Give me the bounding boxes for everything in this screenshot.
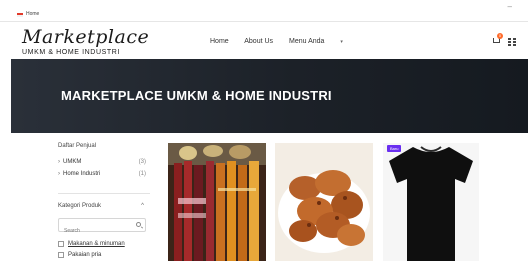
seller-label: Home Industri — [63, 171, 101, 177]
category-heading: Kategori Produk — [58, 203, 102, 209]
cart-count-badge: 0 — [497, 33, 503, 39]
nav-about-us[interactable]: About Us — [244, 38, 273, 45]
language-label[interactable]: Home — [26, 11, 39, 17]
banner-title: MARKETPLACE UMKM & HOME INDUSTRI — [61, 88, 332, 103]
nav-menu-anda-label: Menu Anda — [289, 38, 325, 45]
seller-label: UMKM — [63, 159, 82, 165]
logo-subtitle[interactable]: UMKM & HOME INDUSTRI — [22, 49, 120, 56]
divider — [58, 193, 150, 194]
category-label: Pakaian pria — [68, 251, 102, 258]
chevron-right-icon: › — [58, 159, 60, 165]
seller-item-home-industri[interactable]: › Home Industri (1) — [58, 171, 150, 183]
checkbox[interactable] — [58, 251, 64, 258]
checkbox[interactable] — [58, 240, 64, 247]
category-label: Makanan & minuman — [68, 240, 125, 247]
top-bar: Home – — [0, 0, 528, 22]
flag-icon[interactable] — [17, 13, 23, 17]
new-badge: Baru — [387, 145, 402, 152]
black-tshirt-image — [383, 143, 479, 261]
product-card-fried-snacks[interactable] — [275, 143, 373, 261]
seller-count: (1) — [138, 171, 146, 177]
bottled-drinks-image — [168, 143, 266, 261]
chevron-right-icon: › — [58, 171, 60, 177]
site-header: Marketplace UMKM & HOME INDUSTRI Home Ab… — [0, 22, 528, 60]
chevron-down-icon: ▾ — [340, 39, 343, 45]
seller-item-umkm[interactable]: › UMKM (3) — [58, 159, 150, 171]
sidebar: Daftar Penjual › UMKM (3) › Home Industri … — [58, 143, 150, 260]
chevron-up-icon[interactable]: ^ — [141, 203, 144, 209]
cart-button[interactable]: 0 — [493, 33, 503, 45]
search-input[interactable] — [59, 225, 129, 237]
logo-script[interactable]: Marketplace — [22, 26, 149, 48]
category-heading-row[interactable]: Kategori Produk ^ — [58, 203, 150, 216]
nav-home[interactable]: Home — [210, 38, 229, 45]
category-filter-makanan[interactable]: Makanan & minuman — [58, 238, 150, 249]
product-card-bottled-drinks[interactable] — [168, 143, 266, 261]
search-icon[interactable] — [136, 222, 141, 227]
fried-snacks-image — [275, 143, 373, 261]
minimize-icon[interactable]: – — [508, 2, 512, 11]
seller-count: (3) — [138, 159, 146, 165]
menu-grid-icon[interactable] — [508, 38, 517, 46]
page-banner: MARKETPLACE UMKM & HOME INDUSTRI — [11, 59, 528, 133]
category-filter-pakaian-pria[interactable]: Pakaian pria — [58, 249, 150, 260]
main-nav: Home About Us Menu Anda ▾ — [210, 38, 371, 45]
search-field — [58, 218, 146, 237]
product-card-black-tshirt[interactable]: Baru — [383, 143, 479, 261]
sellers-heading: Daftar Penjual — [58, 143, 97, 149]
nav-menu-anda[interactable]: Menu Anda ▾ — [289, 38, 357, 45]
